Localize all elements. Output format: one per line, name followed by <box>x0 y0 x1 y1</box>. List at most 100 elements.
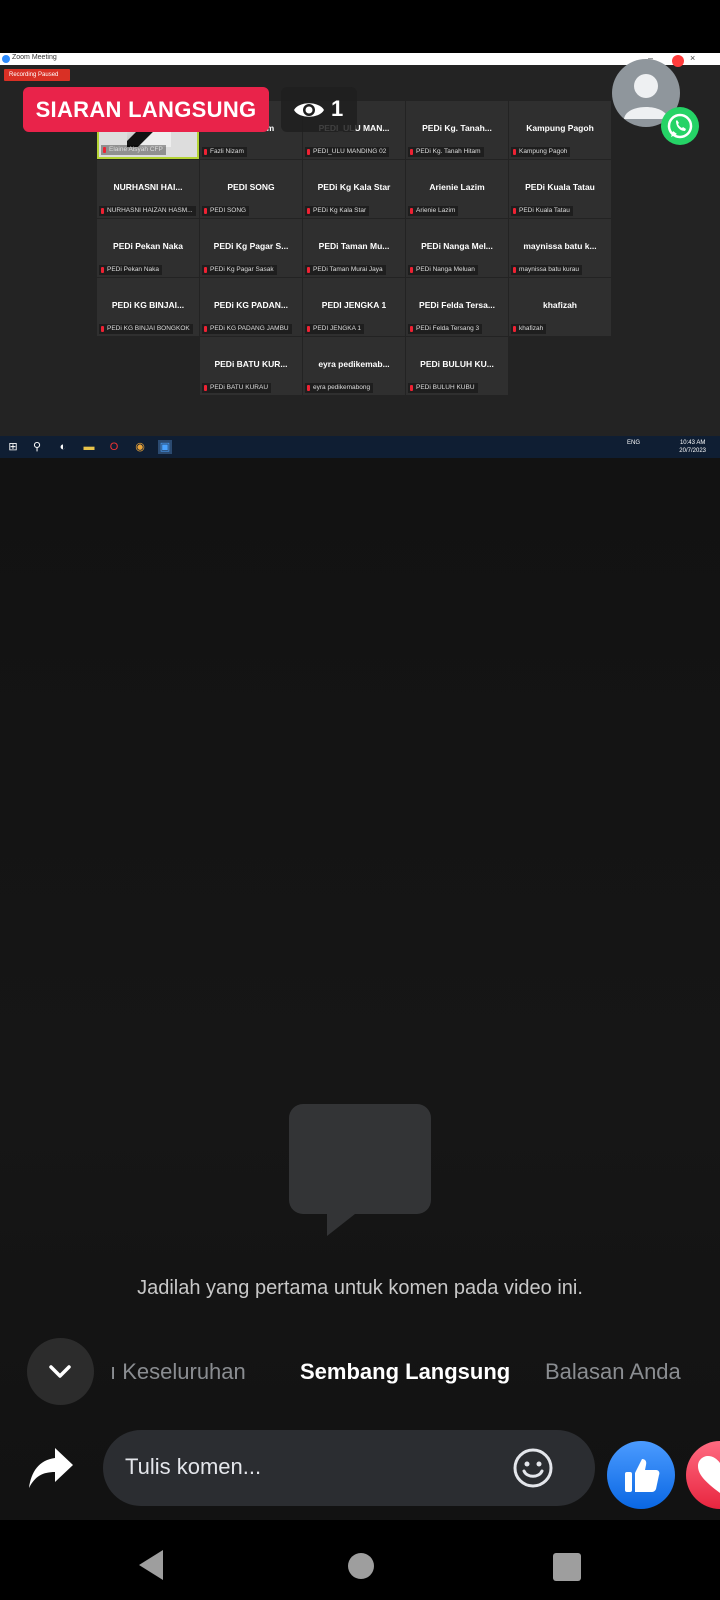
participant-label: PEDi Taman Murai Jaya <box>305 265 386 275</box>
windows-start-icon: ⊞ <box>8 441 18 453</box>
participant-name: PEDI JENGKA 1 <box>321 300 387 310</box>
home-icon[interactable] <box>348 1553 374 1579</box>
participant-label: PEDi KG PADANG JAMBU <box>202 324 292 334</box>
like-button[interactable] <box>607 1441 675 1509</box>
participant-tile: PEDI SONG PEDI SONG <box>200 160 302 218</box>
participant-label: PEDI_ULU MANDING 02 <box>305 147 390 157</box>
back-icon[interactable] <box>137 1548 165 1582</box>
participant-label: NURHASNI HAIZAN HASM... <box>99 206 196 216</box>
participant-name: Kampung Pagoh <box>526 123 594 133</box>
participant-label: PEDi Kuala Tatau <box>511 206 573 216</box>
tab-sembang-langsung[interactable]: Sembang Langsung <box>300 1352 510 1392</box>
participant-label: PEDi Kg Kala Star <box>305 206 370 216</box>
participant-name: PEDi KG BINJAI... <box>111 300 185 310</box>
tray-clock: 10:43 AM 20/7/2023 <box>679 439 706 455</box>
participant-tile: khafizah khafizah <box>509 278 611 336</box>
recording-status: Recording Paused <box>4 69 70 81</box>
participant-label: PEDI JENGKA 1 <box>305 324 365 334</box>
participant-tile: PEDi Taman Mu... PEDi Taman Murai Jaya <box>303 219 405 277</box>
windows-taskbar: ⊞ ⚲ ◐ ▬ O ◉ ▣ ENG 10:43 AM 20/7/2023 <box>0 436 720 458</box>
participant-tile: Kampung Pagoh Kampung Pagoh <box>509 101 611 159</box>
comment-input[interactable]: Tulis komen... <box>103 1430 595 1506</box>
participant-tile: PEDi BULUH KU... PEDi BULUH KUBU <box>406 337 508 395</box>
participant-label: PEDi Felda Tersang 3 <box>408 324 483 334</box>
participant-label: Arienie Lazim <box>408 206 459 216</box>
participant-name: maynissa batu k... <box>523 241 597 251</box>
participant-name: Arienie Lazim <box>429 182 485 192</box>
participant-tile: PEDi BATU KUR... PEDi BATU KURAU <box>200 337 302 395</box>
participant-tile: PEDi Kg Pagar S... PEDi Kg Pagar Sasak <box>200 219 302 277</box>
tray-date: 20/7/2023 <box>679 448 706 454</box>
participant-name: NURHASNI HAI... <box>113 182 183 192</box>
tab-keseluruhan[interactable]: ı Keseluruhan <box>110 1352 246 1392</box>
participant-label: PEDI SONG <box>202 206 250 216</box>
search-icon: ⚲ <box>32 441 42 453</box>
zoom-window-title: Zoom Meeting <box>12 54 57 61</box>
comment-input-placeholder: Tulis komen... <box>125 1454 262 1479</box>
viewer-count-value: 1 <box>331 96 344 121</box>
participant-label: PEDi BULUH KUBU <box>408 383 478 393</box>
participant-label: PEDi Nanga Meluan <box>408 265 478 275</box>
participant-tile: PEDi Kg. Tanah... PEDi Kg. Tanah Hitam <box>406 101 508 159</box>
participant-name: PEDi Kg Pagar S... <box>213 241 289 251</box>
tray-time: 10:43 AM <box>679 440 706 446</box>
zoom-taskbar-icon: ▣ <box>158 440 172 454</box>
participant-tile: PEDi Pekan Naka PEDi Pekan Naka <box>97 219 199 277</box>
heart-icon <box>698 1456 720 1493</box>
eye-icon <box>294 103 324 117</box>
close-icon: × <box>690 53 696 63</box>
empty-comments-message: Jadilah yang pertama untuk komen pada vi… <box>137 1277 583 1299</box>
participant-name: eyra pedikemab... <box>318 359 390 369</box>
recording-dot-icon <box>672 55 684 67</box>
participant-tile: Arienie Lazim Arienie Lazim <box>406 160 508 218</box>
participant-tile: NURHASNI HAI... NURHASNI HAIZAN HASM... <box>97 160 199 218</box>
participant-name: PEDi KG PADAN... <box>214 300 288 310</box>
participant-name: PEDi BATU KUR... <box>214 359 288 369</box>
participant-label: PEDi Kg Pagar Sasak <box>202 265 277 275</box>
participant-label: maynissa batu kurau <box>511 265 582 275</box>
folder-icon: ▬ <box>83 441 95 453</box>
whatsapp-icon[interactable] <box>661 107 699 145</box>
tab-balasan-anda[interactable]: Balasan Anda <box>545 1352 681 1392</box>
participant-name: PEDi Taman Mu... <box>318 241 390 251</box>
participant-tile: PEDi Felda Tersa... PEDi Felda Tersang 3 <box>406 278 508 336</box>
thumbs-up-icon <box>625 1459 660 1492</box>
participant-name: PEDi Kuala Tatau <box>525 182 595 192</box>
participant-name: PEDi Nanga Mel... <box>421 241 493 251</box>
recents-icon[interactable] <box>553 1553 581 1581</box>
love-button[interactable] <box>686 1441 720 1509</box>
participant-tile: PEDi Kg Kala Star PEDi Kg Kala Star <box>303 160 405 218</box>
zoom-logo-icon <box>2 55 10 63</box>
participant-name: PEDi Kg. Tanah... <box>422 123 492 133</box>
participant-name: PEDi Kg Kala Star <box>317 182 391 192</box>
participant-tile: PEDi Kuala Tatau PEDi Kuala Tatau <box>509 160 611 218</box>
participant-tile: maynissa batu k... maynissa batu kurau <box>509 219 611 277</box>
chrome-icon: ◉ <box>135 441 145 453</box>
participant-tile: PEDi Nanga Mel... PEDi Nanga Meluan <box>406 219 508 277</box>
collapse-button[interactable] <box>27 1338 94 1405</box>
participant-name: khafizah <box>542 300 577 310</box>
participant-tile: PEDi KG BINJAI... PEDi KG BINJAI BONGKOK <box>97 278 199 336</box>
zoom-title-bar: Zoom Meeting – × <box>0 53 720 65</box>
share-icon[interactable] <box>27 1446 75 1490</box>
participant-tile: PEDi KG PADAN... PEDi KG PADANG JAMBU <box>200 278 302 336</box>
participant-name: PEDi Pekan Naka <box>113 241 183 251</box>
participant-label: PEDi KG BINJAI BONGKOK <box>99 324 193 334</box>
participant-label: Kampung Pagoh <box>511 147 571 157</box>
status-bar-area <box>0 0 720 53</box>
emoji-icon[interactable] <box>512 1447 554 1489</box>
participant-label: PEDi Kg. Tanah Hitam <box>408 147 484 157</box>
comment-bubble-icon <box>289 1104 431 1236</box>
live-badge: SIARAN LANGSUNG <box>23 87 269 132</box>
chevron-down-icon <box>49 1365 71 1378</box>
participant-label: Fazli Nizam <box>202 147 247 157</box>
viewer-count: 1 <box>281 87 357 132</box>
participant-label: PEDi BATU KURAU <box>202 383 272 393</box>
android-nav-bar <box>0 1520 720 1600</box>
tray-language: ENG <box>626 440 640 446</box>
participant-label: eyra pedikemabong <box>305 383 374 393</box>
app-icon: ◐ <box>59 441 67 453</box>
participant-label: PEDi Pekan Naka <box>99 265 163 275</box>
opera-icon: O <box>109 441 119 453</box>
participant-name: PEDI SONG <box>227 182 275 192</box>
